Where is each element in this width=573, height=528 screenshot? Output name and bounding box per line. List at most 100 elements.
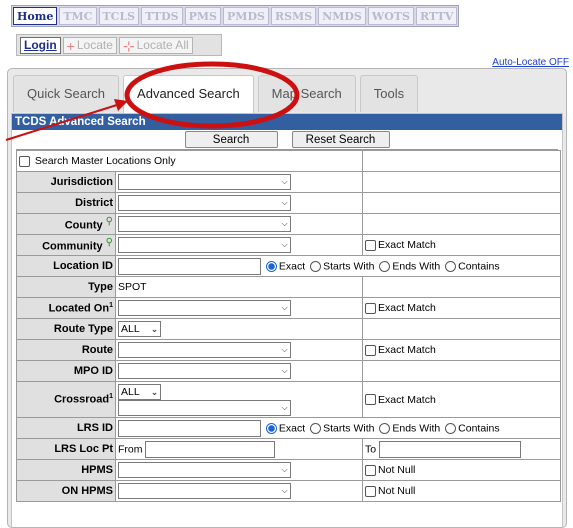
hpms-not-null-checkbox[interactable] [365,464,377,476]
tab-map-search[interactable]: Map Search [257,75,356,112]
lrs-loc-pt-label: LRS Loc Pt [16,438,116,460]
nav-tab-pms[interactable]: PMS [184,7,221,25]
chevron-down-icon: ⌵ [281,366,288,375]
county-select[interactable]: ⌵ [118,216,291,232]
on-hpms-not-null-checkbox[interactable] [365,485,377,497]
footnote-mark: 1 [109,393,113,401]
from-label: From [118,442,143,455]
nav-tab-home[interactable]: Home [13,7,58,25]
lrs-id-exact-radio[interactable] [265,422,277,434]
exact-match-label: Exact Match [378,239,436,251]
to-label: To [365,442,377,455]
locate-label: Locate [76,38,113,52]
chevron-down-icon: ⌵ [281,177,288,186]
chevron-down-icon: ⌄ [150,386,159,397]
community-select[interactable]: ⌵ [118,237,291,253]
map-pin-icon[interactable]: ⚲ [106,237,113,248]
reset-search-button[interactable]: Reset Search [291,131,390,148]
location-id-exact-radio[interactable] [265,260,277,272]
route-type-select[interactable]: ALL ⌄ [118,321,161,337]
route-type-value: ALL [121,323,140,335]
chevron-down-icon: ⌵ [281,303,288,312]
type-value: SPOT [114,276,364,298]
tab-quick-search[interactable]: Quick Search [13,75,120,112]
auto-locate-toggle-link[interactable]: Auto-Locate OFF [492,57,569,68]
nav-tab-tmc[interactable]: TMC [59,7,97,25]
master-only-checkbox[interactable] [19,155,30,167]
nav-tab-rttv[interactable]: RTTV [415,7,458,25]
lrs-id-cell: Exact Starts With Ends With Contains [114,417,562,439]
route-type-label: Route Type [16,318,116,340]
chevron-down-icon: ⌵ [281,402,288,412]
search-tab-bar: Quick Search Advanced Search Map Search … [13,75,419,113]
county-label: County [64,219,103,232]
on-hpms-label: ON HPMS [16,480,116,502]
lrs-to-input[interactable] [379,440,522,458]
search-button[interactable]: Search [184,131,278,148]
search-fields-table: Search Master Locations Only Jurisdictio… [15,150,562,502]
location-id-starts-with-radio[interactable] [310,260,322,272]
route-select[interactable]: ⌵ [118,342,291,358]
exact-label: Exact [278,421,306,434]
tab-tools[interactable]: Tools [359,75,419,112]
map-pin-icon[interactable]: ⚲ [106,216,113,227]
on-hpms-select[interactable]: ⌵ [118,483,291,499]
located-on-exact-match-checkbox[interactable] [365,302,377,314]
location-id-contains-radio[interactable] [445,260,457,272]
lrs-id-input[interactable] [118,419,261,437]
county-label-cell: County ⚲ [16,213,116,235]
crossroad-exact-match-checkbox[interactable] [365,394,377,406]
lrs-id-contains-radio[interactable] [445,422,457,434]
empty-cell [362,318,562,340]
nav-tab-ttds[interactable]: TTDS [141,7,183,25]
form-button-row: Search Reset Search [16,130,558,150]
lrs-from-input[interactable] [145,440,276,458]
nav-tab-wots[interactable]: WOTS [367,7,414,25]
locate-all-label: Locate All [136,38,189,52]
empty-cell [362,213,562,235]
exact-match-label: Exact Match [378,344,436,356]
locate-button[interactable]: + Locate [62,37,117,54]
exact-match-label: Exact Match [378,393,436,406]
type-label: Type [16,276,116,298]
location-id-input[interactable] [118,257,261,275]
community-exact-match-checkbox[interactable] [365,239,377,251]
chevron-down-icon: ⌵ [281,198,288,207]
lrs-id-starts-with-radio[interactable] [310,422,322,434]
mpo-id-select[interactable]: ⌵ [118,363,291,379]
crossroad-label-cell: Crossroad1 [16,381,116,418]
locate-all-button[interactable]: ⊹ Locate All [118,37,193,54]
jurisdiction-select[interactable]: ⌵ [118,174,291,190]
app-nav-bar: Home TMC TCLS TTDS PMS PMDS RSMS NMDS WOTS RTTV [11,5,460,27]
crossroad-select[interactable]: ⌵ [118,399,291,416]
login-button[interactable]: Login [20,37,61,54]
empty-cell [362,150,562,172]
empty-cell [362,171,562,193]
community-label-cell: Community ⚲ [16,234,116,256]
ends-with-label: Ends With [392,421,441,434]
locate-toolbar: Login + Locate ⊹ Locate All [16,34,222,56]
nav-tab-pmds[interactable]: PMDS [223,7,269,25]
lrs-id-ends-with-radio[interactable] [379,422,391,434]
community-label: Community [42,240,103,253]
ends-with-label: Ends With [392,259,441,272]
contains-label: Contains [458,421,500,434]
hpms-select[interactable]: ⌵ [118,462,291,478]
nav-tab-tcls[interactable]: TCLS [98,7,140,25]
crosshair-icon: + [66,37,75,54]
exact-match-label: Exact Match [378,302,436,314]
located-on-select[interactable]: ⌵ [118,300,291,316]
crossroad-type-select[interactable]: ALL ⌄ [118,383,161,400]
route-exact-match-checkbox[interactable] [365,344,377,356]
location-id-ends-with-radio[interactable] [379,260,391,272]
nav-tab-rsms[interactable]: RSMS [270,7,317,25]
crosshair-icon: ⊹ [122,37,135,54]
crossroad-type-value: ALL [121,385,140,398]
chevron-down-icon: ⌵ [281,240,288,249]
nav-tab-nmds[interactable]: NMDS [318,7,366,25]
mpo-id-label: MPO ID [16,360,116,382]
not-null-label: Not Null [378,485,416,497]
lrs-id-label: LRS ID [16,417,116,439]
tab-advanced-search[interactable]: Advanced Search [123,75,254,113]
district-select[interactable]: ⌵ [118,195,291,211]
